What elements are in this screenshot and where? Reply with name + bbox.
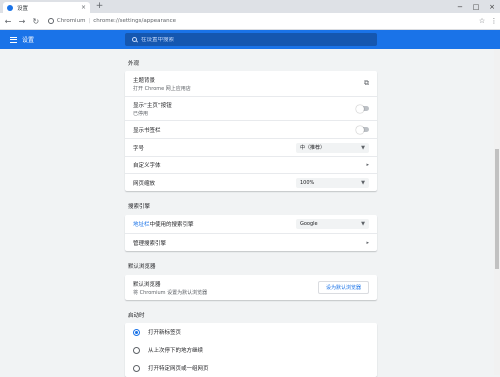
manage-search-engines-label: 管理搜索引擎 <box>133 240 167 247</box>
select-caret-icon: ▼ <box>361 144 365 151</box>
browser-menu-icon[interactable]: ⋮ <box>488 15 500 27</box>
scrollbar-thumb[interactable] <box>495 149 499 269</box>
radio-specific-pages[interactable] <box>133 364 140 372</box>
search-engine-label: 地址栏中使用的搜索引擎 <box>133 222 194 228</box>
theme-label: 主题背景 <box>133 77 156 84</box>
arrow-right-icon: ▸ <box>366 239 369 246</box>
title-bar: 设置 × + − □ × <box>0 0 500 13</box>
startup-option-continue[interactable]: 从上次停下的地方继续 <box>125 341 377 359</box>
manage-search-engines-row[interactable]: 管理搜索引擎 ▸ <box>125 233 377 251</box>
forward-icon[interactable]: → <box>16 15 28 27</box>
section-title-appearance: 外观 <box>128 61 140 67</box>
select-caret-icon: ▼ <box>361 179 365 186</box>
settings-favicon-icon <box>7 4 13 11</box>
search-engine-row: 地址栏中使用的搜索引擎 Google ▼ <box>125 215 377 233</box>
custom-fonts-row[interactable]: 自定义字体 ▸ <box>125 156 377 173</box>
toolbar-right: ☆ ⋮ <box>476 15 500 27</box>
search-icon <box>132 37 137 42</box>
page-title: 设置 <box>22 37 35 44</box>
bookmarks-bar-label: 显示书签栏 <box>133 127 161 134</box>
page-zoom-row: 网页缩放 100% ▼ <box>125 173 377 191</box>
search-engine-value: Google <box>300 221 318 227</box>
external-link-icon[interactable]: ⧉ <box>364 79 369 88</box>
window-controls: − □ × <box>452 0 500 13</box>
default-browser-label: 默认浏览器 <box>133 281 161 288</box>
home-button-sub: 已停用 <box>133 110 149 117</box>
home-button-toggle[interactable] <box>356 104 369 113</box>
startup-option-label: 打开新标签页 <box>148 330 182 336</box>
default-browser-card: 默认浏览器 将 Chromium 设置为默认浏览器 设为默认浏览器 <box>125 275 377 300</box>
page-zoom-label: 网页缩放 <box>133 180 156 187</box>
page-scrollbar[interactable] <box>494 49 500 375</box>
font-size-row: 字号 中（推荐） ▼ <box>125 138 377 156</box>
theme-sub: 打开 Chrome 网上应用店 <box>133 85 191 92</box>
bookmarks-bar-toggle[interactable] <box>356 125 369 134</box>
tab-settings[interactable]: 设置 × <box>3 2 90 13</box>
select-caret-icon: ▼ <box>361 221 365 227</box>
home-button-row[interactable]: 显示“主页”按钮 已停用 <box>125 96 377 120</box>
font-size-value: 中（推荐） <box>300 145 326 151</box>
appearance-card: 主题背景 打开 Chrome 网上应用店 ⧉ 显示“主页”按钮 已停用 显示书签… <box>125 71 377 191</box>
address-bar-link[interactable]: 地址栏 <box>133 222 150 228</box>
site-info-icon[interactable] <box>47 18 54 24</box>
theme-row[interactable]: 主题背景 打开 Chrome 网上应用店 ⧉ <box>125 71 377 96</box>
home-button-label: 显示“主页”按钮 <box>133 102 172 109</box>
hamburger-menu-icon[interactable] <box>10 36 17 43</box>
startup-option-label: 从上次停下的地方继续 <box>148 348 204 354</box>
tab-title: 设置 <box>17 5 29 12</box>
page-zoom-select[interactable]: 100% ▼ <box>296 177 369 188</box>
omnibox-separator: | <box>88 18 91 24</box>
startup-card: 打开新标签页 从上次停下的地方继续 打开特定网页或一组网页 <box>125 323 377 377</box>
font-size-select[interactable]: 中（推荐） ▼ <box>296 142 369 153</box>
startup-option-label: 打开特定网页或一组网页 <box>148 366 209 372</box>
arrow-right-icon: ▸ <box>366 162 369 168</box>
settings-search[interactable] <box>125 33 377 46</box>
startup-option-new-tab[interactable]: 打开新标签页 <box>125 323 377 341</box>
search-engine-select[interactable]: Google ▼ <box>296 219 369 229</box>
section-title-search-engine: 搜索引擎 <box>128 204 151 210</box>
custom-fonts-label: 自定义字体 <box>133 163 161 169</box>
default-browser-sub: 将 Chromium 设置为默认浏览器 <box>133 289 208 296</box>
startup-option-specific-pages[interactable]: 打开特定网页或一组网页 <box>125 359 377 377</box>
page-zoom-value: 100% <box>300 179 315 186</box>
url-text[interactable]: chrome://settings/appearance <box>93 18 176 24</box>
settings-header: 设置 <box>0 30 500 49</box>
font-size-label: 字号 <box>133 145 145 152</box>
radio-new-tab[interactable] <box>133 328 140 336</box>
section-title-startup: 启动时 <box>128 313 145 319</box>
search-input[interactable] <box>141 36 341 43</box>
maximize-icon[interactable]: □ <box>468 0 484 13</box>
address-bar[interactable]: Chromium | chrome://settings/appearance <box>47 15 476 27</box>
new-tab-button[interactable]: + <box>95 2 104 11</box>
reload-icon[interactable]: ↻ <box>30 15 42 27</box>
bookmarks-bar-row[interactable]: 显示书签栏 <box>125 120 377 138</box>
section-title-default-browser: 默认浏览器 <box>128 264 156 270</box>
back-icon[interactable]: ← <box>2 15 14 27</box>
tab-close-icon[interactable]: × <box>81 4 86 11</box>
default-browser-row: 默认浏览器 将 Chromium 设置为默认浏览器 设为默认浏览器 <box>125 275 377 300</box>
window-close-icon[interactable]: × <box>484 0 500 13</box>
site-label: Chromium <box>56 18 86 24</box>
browser-toolbar: ← → ↻ Chromium | chrome://settings/appea… <box>0 13 500 30</box>
bookmark-star-icon[interactable]: ☆ <box>476 15 488 27</box>
search-engine-card: 地址栏中使用的搜索引擎 Google ▼ 管理搜索引擎 ▸ <box>125 215 377 251</box>
radio-continue[interactable] <box>133 346 140 354</box>
make-default-button[interactable]: 设为默认浏览器 <box>317 281 369 294</box>
minimize-icon[interactable]: − <box>452 0 468 13</box>
